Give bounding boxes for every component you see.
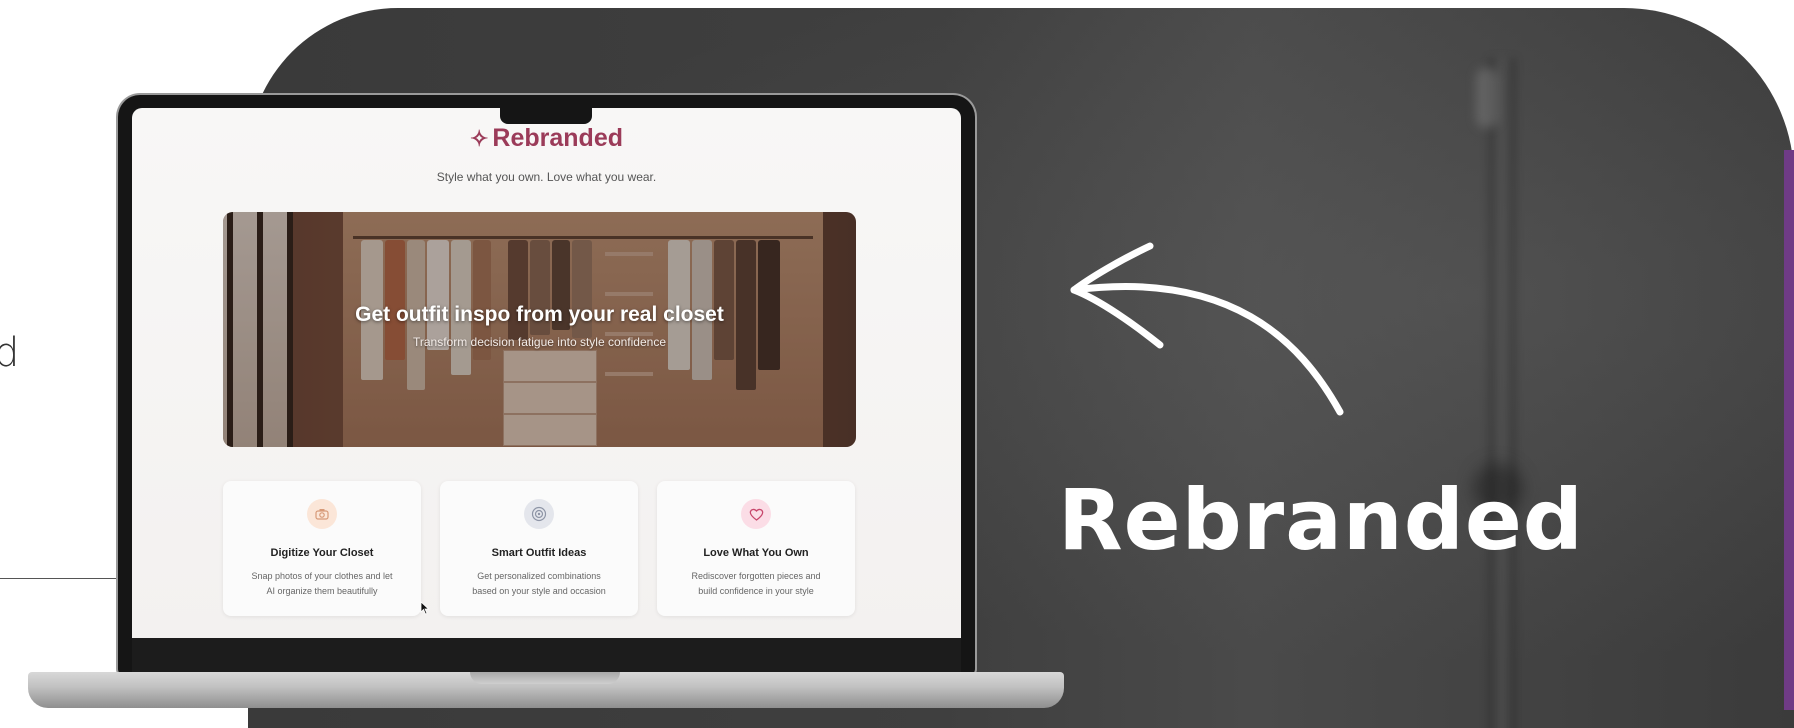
accent-strip: [1784, 150, 1794, 710]
background-pole-top: [1476, 68, 1498, 128]
hero-subtitle: Transform decision fatigue into style co…: [412, 335, 667, 349]
card-title: Love What You Own: [703, 547, 809, 559]
laptop-notch: [500, 106, 592, 124]
feature-card-outfit-ideas[interactable]: Smart Outfit Ideas Get personalized comb…: [440, 481, 638, 616]
hero-overlay: [223, 212, 856, 447]
card-description: Get personalized combinations based on y…: [472, 571, 606, 596]
heart-icon: [741, 499, 771, 529]
feature-card-digitize[interactable]: Digitize Your Closet Snap photos of your…: [223, 481, 421, 616]
mouse-cursor-icon: [420, 601, 430, 615]
app-title[interactable]: ✧ Rebranded: [132, 124, 961, 153]
camera-icon: [307, 499, 337, 529]
card-description: Rediscover forgotten pieces and build co…: [691, 571, 821, 596]
feature-card-love-what-you-own[interactable]: Love What You Own Rediscover forgotten p…: [657, 481, 855, 616]
card-description: Snap photos of your clothes and let AI o…: [251, 571, 393, 596]
hero-title: Get outfit inspo from your real closet: [355, 303, 724, 326]
divider-line: [0, 578, 125, 579]
card-title: Digitize Your Closet: [270, 547, 374, 559]
laptop-bezel-bottom: [132, 638, 961, 672]
card-title: Smart Outfit Ideas: [491, 547, 587, 559]
overlay-brand-text: Rebranded: [1058, 471, 1584, 569]
cropped-text-fragment: d: [0, 330, 20, 376]
background-pole: [1488, 58, 1516, 728]
target-icon: [524, 499, 554, 529]
laptop-screen: ✧ Rebranded Style what you own. Love what…: [132, 108, 961, 638]
app-tagline: Style what you own. Love what you wear.: [436, 170, 657, 184]
sparkle-icon: ✧: [469, 126, 489, 151]
curved-arrow-icon: [1070, 242, 1344, 416]
hero-banner: Get outfit inspo from your real closet T…: [223, 212, 856, 447]
laptop-base-groove: [470, 672, 620, 684]
app-title-text: Rebranded: [492, 124, 624, 152]
